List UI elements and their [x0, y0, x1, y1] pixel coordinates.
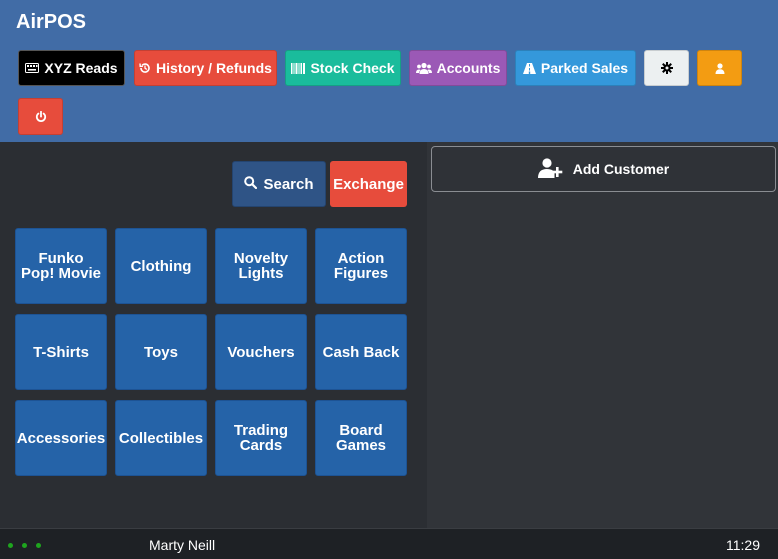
- parked-sales-label: Parked Sales: [540, 60, 629, 76]
- stock-check-button[interactable]: Stock Check: [285, 50, 401, 86]
- connection-indicator: [8, 543, 41, 548]
- keyboard-icon: [25, 63, 40, 73]
- category-button[interactable]: T-Shirts: [15, 314, 107, 390]
- road-icon: [522, 62, 536, 74]
- search-label: Search: [263, 175, 314, 193]
- barcode-icon: [291, 62, 306, 74]
- sale-panel: [427, 142, 778, 528]
- xyz-reads-button[interactable]: XYZ Reads: [18, 50, 125, 86]
- status-dot: [22, 543, 27, 548]
- category-button[interactable]: Board Games: [315, 400, 407, 476]
- search-button[interactable]: Search: [232, 161, 326, 207]
- history-refunds-button[interactable]: History / Refunds: [134, 50, 277, 86]
- status-dot: [36, 543, 41, 548]
- add-customer-button[interactable]: Add Customer: [431, 146, 776, 192]
- history-icon: [139, 62, 151, 74]
- user-icon: [715, 62, 725, 74]
- settings-button[interactable]: [644, 50, 689, 86]
- current-user: Marty Neill: [149, 537, 216, 553]
- category-button[interactable]: Accessories: [15, 400, 107, 476]
- category-button[interactable]: Toys: [115, 314, 207, 390]
- history-refunds-label: History / Refunds: [156, 60, 272, 76]
- logout-button[interactable]: [18, 98, 63, 135]
- header-bar: AirPOS XYZ Reads History / Refunds Stock…: [0, 0, 778, 142]
- category-button[interactable]: Vouchers: [215, 314, 307, 390]
- category-button[interactable]: Funko Pop! Movie: [15, 228, 107, 304]
- category-button[interactable]: Trading Cards: [215, 400, 307, 476]
- clock: 11:29: [726, 537, 760, 553]
- category-button[interactable]: Clothing: [115, 228, 207, 304]
- xyz-reads-label: XYZ Reads: [44, 60, 118, 76]
- category-button[interactable]: Action Figures: [315, 228, 407, 304]
- app-title: AirPOS: [16, 11, 87, 33]
- add-customer-label: Add Customer: [572, 161, 670, 177]
- parked-sales-button[interactable]: Parked Sales: [515, 50, 636, 86]
- status-bar: Marty Neill 11:29: [0, 528, 778, 559]
- users-icon: [415, 62, 432, 74]
- category-button[interactable]: Collectibles: [115, 400, 207, 476]
- exchange-label: Exchange: [333, 175, 404, 193]
- user-plus-icon: [537, 157, 564, 181]
- stock-check-label: Stock Check: [310, 60, 395, 76]
- status-dot: [8, 543, 13, 548]
- accounts-label: Accounts: [436, 60, 501, 76]
- accounts-button[interactable]: Accounts: [409, 50, 507, 86]
- category-button[interactable]: Novelty Lights: [215, 228, 307, 304]
- gear-icon: [660, 62, 673, 74]
- search-icon: [244, 175, 258, 193]
- power-icon: [35, 110, 47, 123]
- exchange-button[interactable]: Exchange: [330, 161, 407, 207]
- category-button[interactable]: Cash Back: [315, 314, 407, 390]
- user-button[interactable]: [697, 50, 742, 86]
